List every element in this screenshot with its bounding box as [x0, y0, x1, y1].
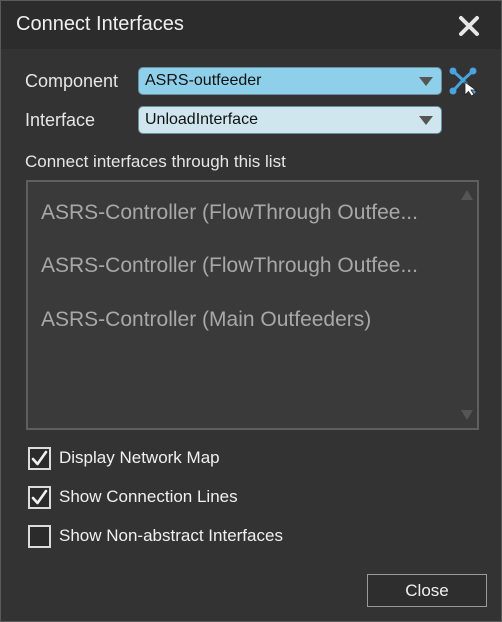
checkmark-icon — [31, 489, 48, 505]
interface-list[interactable]: ASRS-Controller (FlowThrough Outfee... A… — [26, 180, 479, 430]
chevron-down-icon — [419, 77, 433, 86]
list-item[interactable]: ASRS-Controller (Main Outfeeders) — [41, 308, 441, 332]
checkbox-box[interactable] — [28, 525, 51, 548]
interface-dropdown-value: UnloadInterface — [145, 111, 258, 128]
checkbox-box[interactable] — [28, 486, 51, 509]
list-scrollbar[interactable] — [457, 184, 475, 426]
list-item[interactable]: ASRS-Controller (FlowThrough Outfee... — [41, 254, 441, 278]
interface-dropdown[interactable]: UnloadInterface — [138, 106, 442, 134]
checkbox-box[interactable] — [28, 447, 51, 470]
scroll-down-icon[interactable] — [461, 410, 473, 420]
checkbox-label: Display Network Map — [59, 448, 220, 467]
component-dropdown[interactable]: ASRS-outfeeder — [138, 67, 442, 95]
list-caption: Connect interfaces through this list — [25, 152, 286, 171]
title-bar: Connect Interfaces — [1, 1, 501, 49]
chevron-down-icon — [419, 116, 433, 125]
checkbox-label: Show Non-abstract Interfaces — [59, 526, 283, 545]
list-item[interactable]: ASRS-Controller (FlowThrough Outfee... — [41, 201, 441, 225]
close-button[interactable]: Close — [367, 574, 487, 607]
interface-label: Interface — [25, 110, 96, 130]
checkmark-icon — [31, 450, 48, 466]
connect-interfaces-dialog: Connect Interfaces Component ASRS-outfee… — [0, 0, 502, 622]
component-label: Component — [25, 71, 119, 91]
component-dropdown-value: ASRS-outfeeder — [145, 72, 262, 89]
checkbox-label: Show Connection Lines — [59, 487, 238, 506]
dialog-title: Connect Interfaces — [16, 13, 184, 35]
scroll-up-icon[interactable] — [461, 190, 473, 200]
network-map-icon[interactable] — [447, 65, 479, 97]
close-icon[interactable] — [456, 13, 482, 39]
